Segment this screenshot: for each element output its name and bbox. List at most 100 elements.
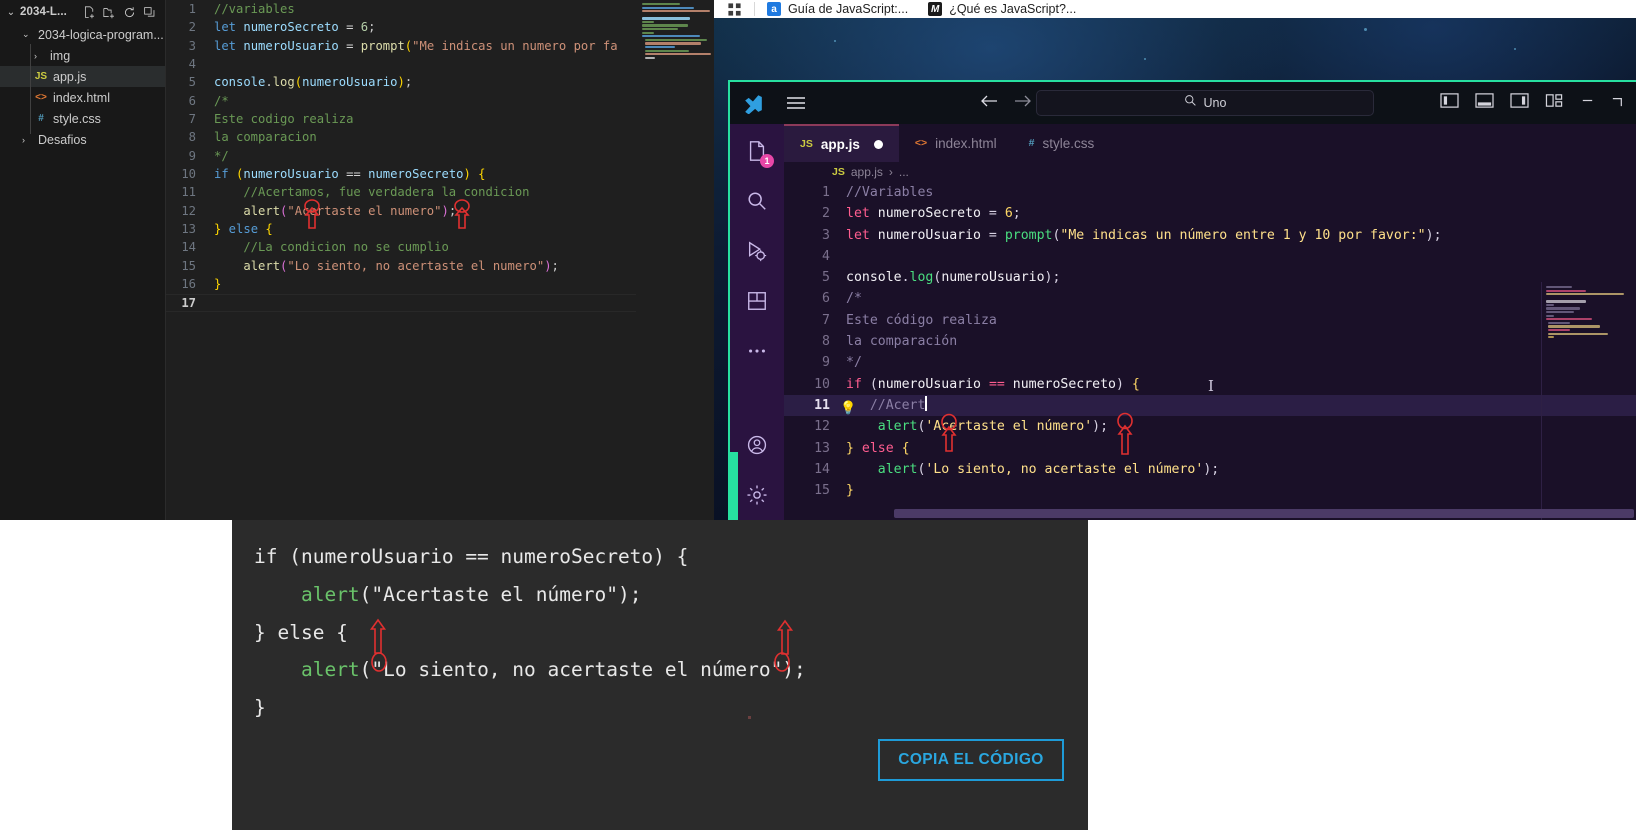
- explorer-icon[interactable]: 1: [742, 136, 774, 168]
- code-text: let numeroUsuario = prompt("Me indicas u…: [214, 37, 618, 55]
- code-line[interactable]: 10 if (numeroUsuario == numeroSecreto) {I: [784, 374, 1636, 395]
- code-line[interactable]: 11 //Acertamos, fue verdadera la condici…: [166, 183, 636, 201]
- chevron-down-icon[interactable]: ⌄: [4, 7, 18, 18]
- code-line[interactable]: 9 */: [784, 352, 1636, 373]
- code-line[interactable]: 4: [166, 55, 636, 73]
- code-line[interactable]: 2 let numeroSecreto = 6;: [784, 203, 1636, 224]
- maximize-icon[interactable]: [1611, 93, 1626, 113]
- code-line[interactable]: 17: [166, 294, 636, 312]
- code-token: {: [470, 167, 486, 182]
- code-line[interactable]: 12 alert('Acertaste el número');: [784, 416, 1636, 437]
- tab-index-html[interactable]: <> index.html: [899, 124, 1013, 162]
- code-line[interactable]: 1 //Variables: [784, 182, 1636, 203]
- line-number: 7: [188, 112, 196, 127]
- code-line[interactable]: 14 alert('Lo siento, no acertaste el núm…: [784, 459, 1636, 480]
- chevron-right-icon[interactable]: ›: [22, 135, 33, 145]
- line-number: 13: [814, 440, 830, 456]
- code-line[interactable]: 6 /*: [166, 92, 636, 110]
- file-row-app-js[interactable]: JS app.js: [0, 66, 165, 87]
- search-icon[interactable]: [742, 186, 772, 216]
- explorer-title: 2034-L...: [20, 6, 67, 18]
- accounts-icon[interactable]: [742, 430, 772, 460]
- vscode-minimap[interactable]: [1546, 286, 1634, 339]
- tab-grid-icon[interactable]: [714, 2, 754, 17]
- file-row-style-css[interactable]: # style.css: [0, 108, 165, 129]
- tree-guide-line: [30, 44, 31, 134]
- code-line[interactable]: 2 let numeroSecreto = 6;: [166, 18, 636, 36]
- copy-code-button[interactable]: COPIA EL CÓDIGO: [878, 739, 1064, 781]
- line-number: 9: [188, 148, 196, 163]
- code-line[interactable]: 15 alert("Lo siento, no acertaste el num…: [166, 257, 636, 275]
- code-line[interactable]: 10 if (numeroUsuario == numeroSecreto) {: [166, 165, 636, 183]
- code-token: log: [909, 270, 934, 286]
- toggle-secondary-sidebar-icon[interactable]: [1510, 92, 1529, 114]
- more-views-icon[interactable]: [742, 336, 772, 366]
- code-line[interactable]: 14 //La condicion no se cumplio: [166, 238, 636, 256]
- new-file-icon[interactable]: [83, 5, 96, 19]
- code-line[interactable]: 6 /*: [784, 288, 1636, 309]
- search-input-value[interactable]: Uno: [1204, 96, 1227, 110]
- code-text: let numeroSecreto = 6;: [846, 203, 1021, 224]
- code-line[interactable]: 12 alert("Acertaste el numero");: [166, 202, 636, 220]
- horizontal-scrollbar[interactable]: [894, 509, 1634, 518]
- code-line[interactable]: 16}: [166, 275, 636, 293]
- hamburger-menu-icon[interactable]: [776, 95, 816, 111]
- line-number: 4: [188, 57, 196, 72]
- vscode-logo-icon[interactable]: [730, 93, 776, 114]
- breadcrumb-file[interactable]: app.js: [851, 165, 883, 179]
- minimize-icon[interactable]: [1580, 93, 1595, 113]
- code-token: ;: [1433, 227, 1442, 243]
- code-line[interactable]: 9 */: [166, 147, 636, 165]
- code-line[interactable]: 3 let numeroUsuario = prompt("Me indicas …: [166, 37, 636, 55]
- back-arrow-icon[interactable]: [980, 93, 998, 114]
- code-line[interactable]: 3 let numeroUsuario = prompt("Me indicas …: [784, 225, 1636, 246]
- chevron-right-icon[interactable]: ›: [34, 51, 45, 61]
- code-line[interactable]: 8 la comparación: [784, 331, 1636, 352]
- toggle-panel-icon[interactable]: [1475, 92, 1494, 114]
- breadcrumb-rest[interactable]: ...: [899, 165, 909, 179]
- code-line[interactable]: 7 Este código realiza: [784, 310, 1636, 331]
- code-line[interactable]: 4: [784, 246, 1636, 267]
- native-code-lines[interactable]: 1 //variables 2 let numeroSecreto = 6; 3 let …: [166, 0, 636, 520]
- code-line[interactable]: 15}: [784, 480, 1636, 501]
- code-token: */: [846, 355, 862, 371]
- folder-row-desafios[interactable]: › Desafios: [0, 129, 165, 150]
- tab-app-js[interactable]: JS app.js: [784, 124, 899, 162]
- breadcrumb[interactable]: JS app.js › ...: [784, 162, 1636, 182]
- code-line[interactable]: 8 la comparacion: [166, 128, 636, 146]
- customize-layout-icon[interactable]: [1545, 92, 1564, 114]
- native-vscode-window: ⌄ 2034-L... ⌄ 2034-logica-program... › i: [0, 0, 714, 520]
- code-line[interactable]: 7 Este codigo realiza: [166, 110, 636, 128]
- folder-row-root[interactable]: ⌄ 2034-logica-program...: [0, 24, 165, 45]
- file-row-index-html[interactable]: <> index.html: [0, 87, 165, 108]
- toggle-primary-sidebar-icon[interactable]: [1440, 92, 1459, 114]
- code-line[interactable]: 13} else {: [784, 438, 1636, 459]
- explorer-header[interactable]: ⌄ 2034-L...: [0, 0, 165, 24]
- new-folder-icon[interactable]: [103, 6, 116, 19]
- folder-row-img[interactable]: › img: [0, 45, 165, 66]
- tab-style-css[interactable]: # style.css: [1013, 124, 1111, 162]
- forward-arrow-icon[interactable]: [1014, 93, 1032, 114]
- native-minimap[interactable]: [638, 0, 714, 520]
- code-token: else: [853, 440, 902, 456]
- browser-tab-2[interactable]: M ¿Qué es JavaScript?...: [920, 0, 1088, 18]
- vscode-code-lines[interactable]: 1 //Variables 2 let numeroSecreto = 6; 3 let …: [784, 182, 1636, 501]
- code-line[interactable]: 11 💡 //Acert: [784, 394, 1636, 417]
- code-token: numeroSecreto: [1012, 376, 1116, 392]
- decor-dot: [1144, 58, 1146, 60]
- code-line[interactable]: 1 //variables: [166, 0, 636, 18]
- unsaved-dot-icon[interactable]: [873, 139, 883, 149]
- native-code-editor[interactable]: 1 //variables 2 let numeroSecreto = 6; 3 let …: [166, 0, 714, 520]
- code-line[interactable]: 13} else {: [166, 220, 636, 238]
- browser-tab-1[interactable]: a Guía de JavaScript:...: [759, 0, 920, 18]
- code-line[interactable]: 5 console.log(numeroUsuario);: [166, 73, 636, 91]
- run-and-debug-icon[interactable]: [742, 236, 772, 266]
- extensions-icon[interactable]: [742, 286, 772, 316]
- refresh-icon[interactable]: [123, 6, 136, 19]
- code-line[interactable]: 5 console.log(numeroUsuario);: [784, 267, 1636, 288]
- chevron-down-icon[interactable]: ⌄: [22, 29, 33, 40]
- vscode-web-code-area[interactable]: 1 //Variables 2 let numeroSecreto = 6; 3 let …: [784, 182, 1636, 520]
- settings-gear-icon[interactable]: [742, 480, 772, 510]
- collapse-all-icon[interactable]: [143, 6, 156, 19]
- command-center-search[interactable]: Uno: [1036, 90, 1374, 116]
